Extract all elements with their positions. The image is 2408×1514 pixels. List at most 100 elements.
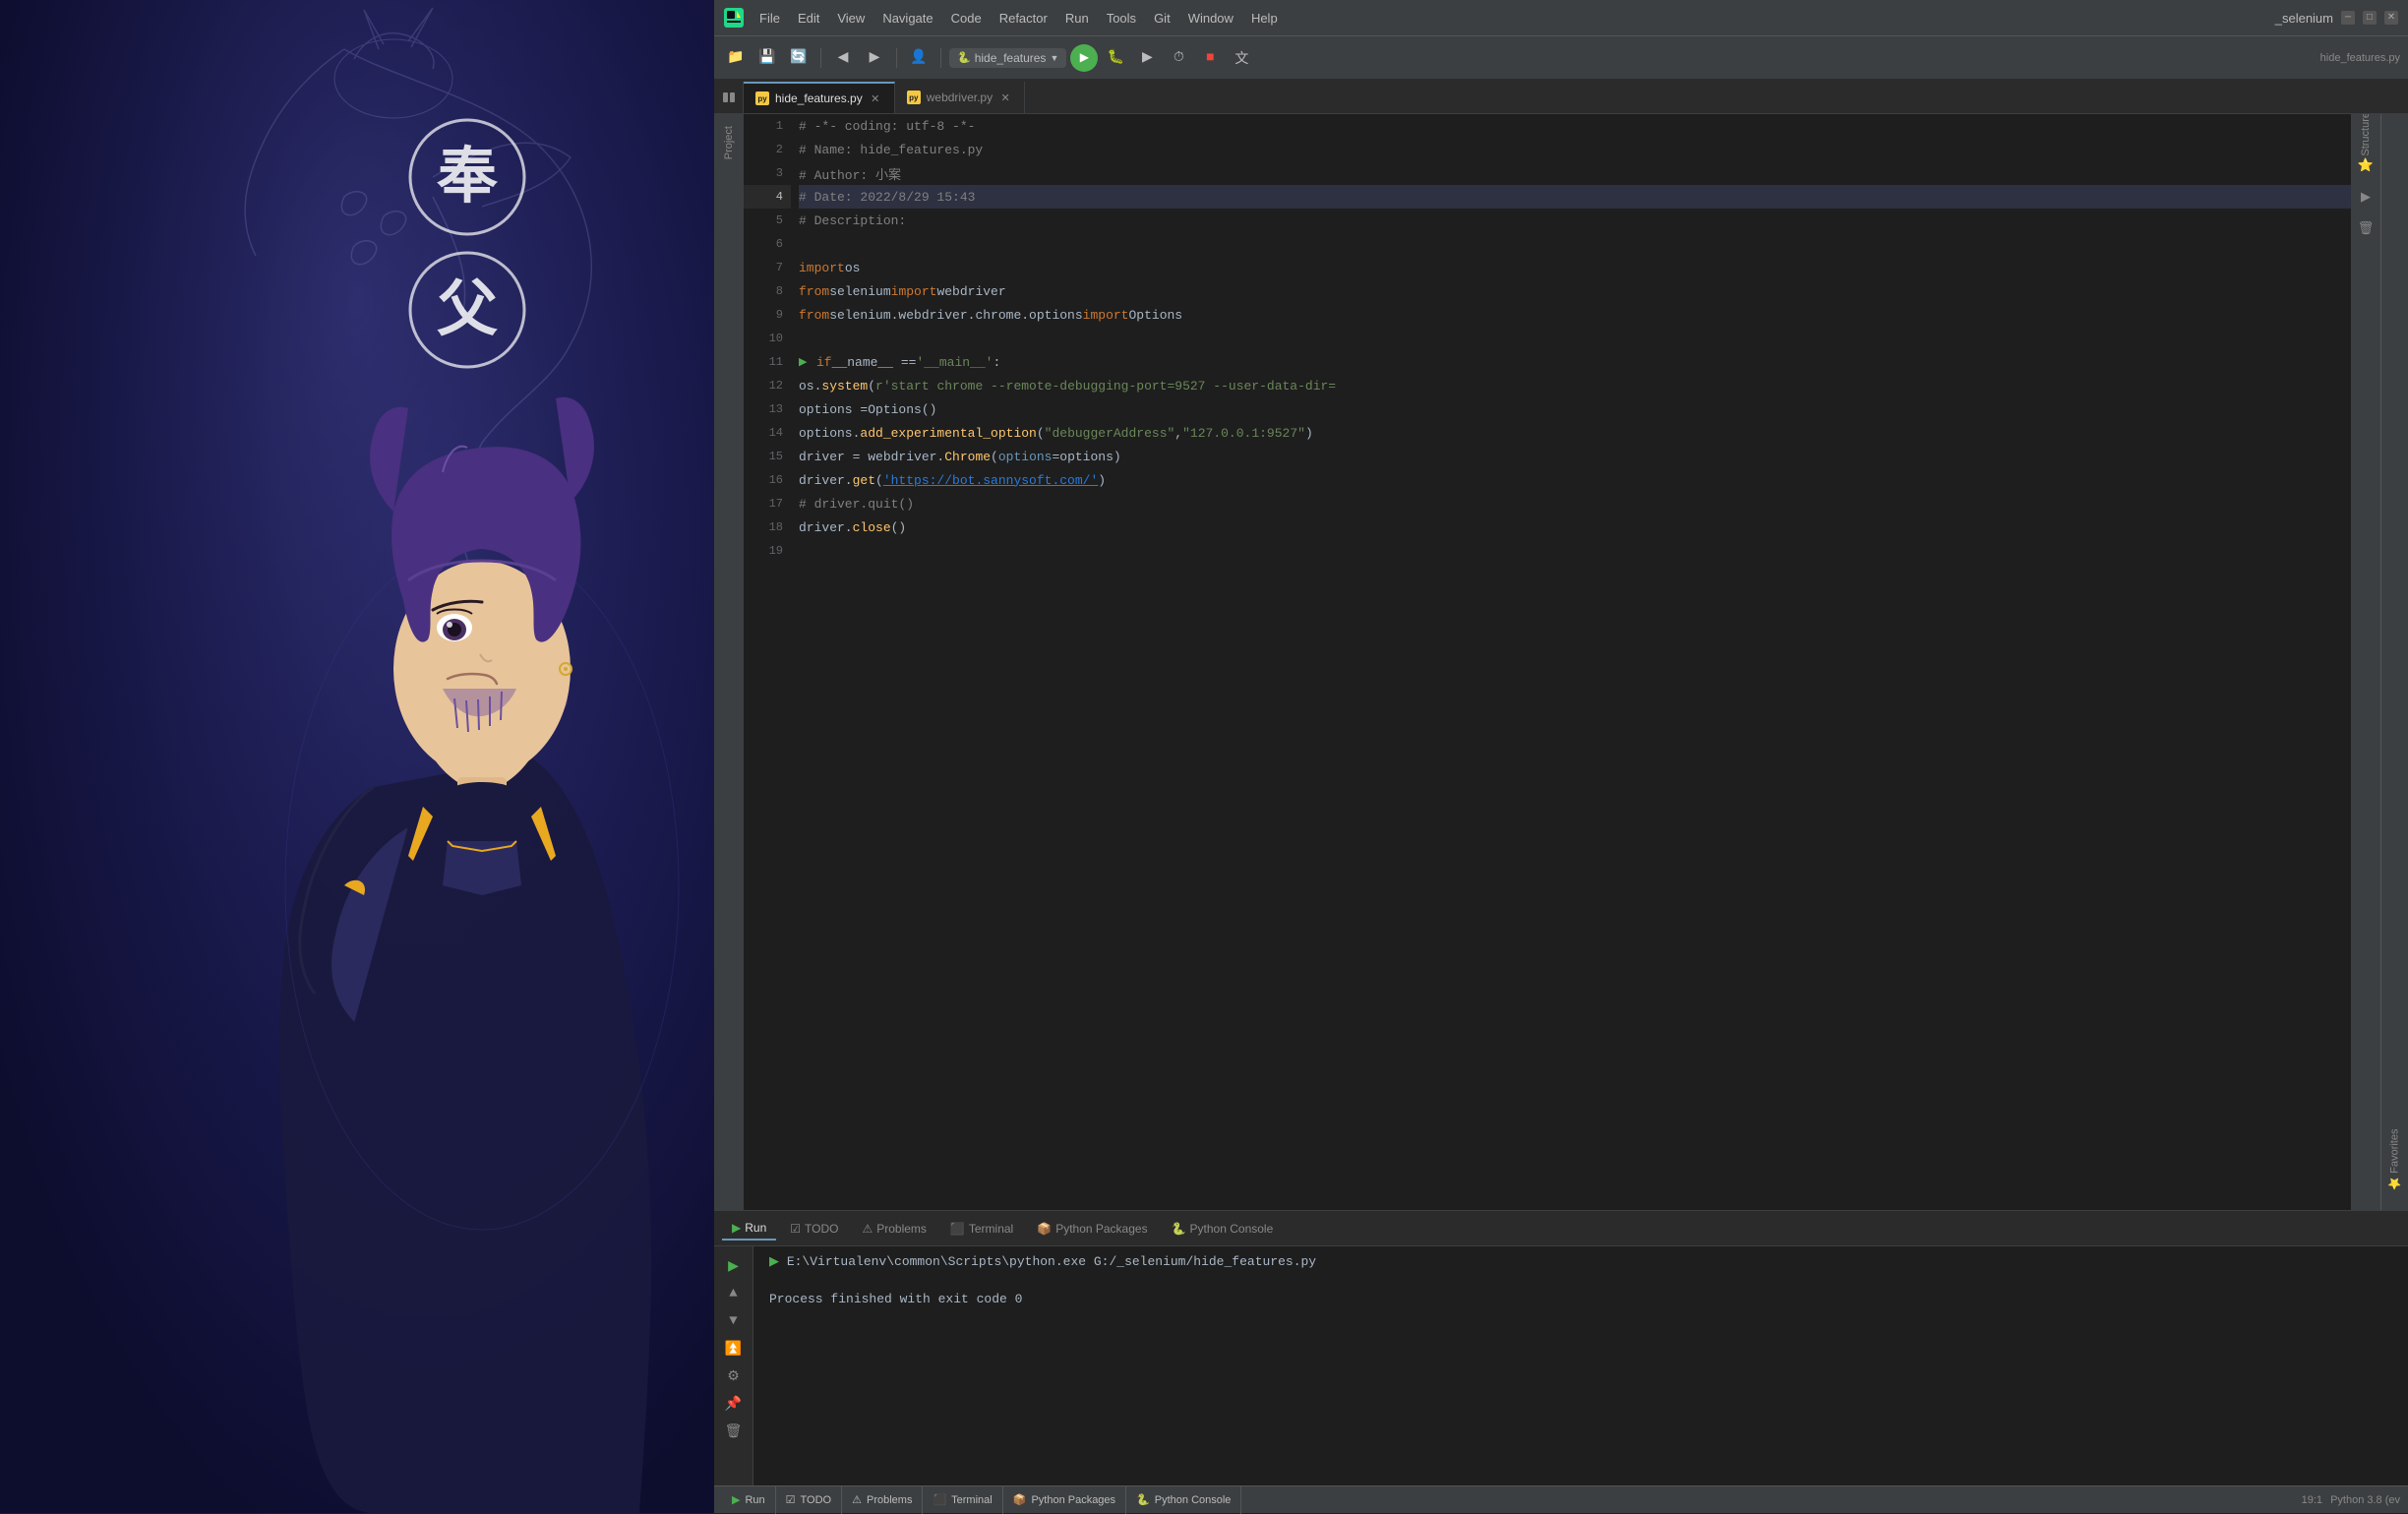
- run-play-button[interactable]: ▶: [722, 1254, 746, 1278]
- run-tab-todo[interactable]: ☑ TODO: [780, 1218, 848, 1240]
- status-terminal-btn[interactable]: ⬛ Terminal: [923, 1486, 1002, 1514]
- code-line-19[interactable]: [799, 539, 2351, 563]
- code-line-17[interactable]: # driver.quit(): [799, 492, 2351, 515]
- tab-bar: py hide_features.py ✕ py webdriver.py ✕: [714, 79, 2408, 114]
- right-tool-panel: Structure ⭐ ▶ 🗑: [2351, 114, 2380, 1210]
- code-line-1[interactable]: # -*- coding: utf-8 -*-: [799, 114, 2351, 138]
- project-toggle[interactable]: [714, 82, 744, 113]
- menu-view[interactable]: View: [829, 7, 873, 30]
- code-line-3[interactable]: # Author: 小案: [799, 161, 2351, 185]
- run-tool-icon[interactable]: ▶: [2354, 185, 2378, 209]
- svg-text:父: 父: [437, 276, 498, 348]
- favorites-label[interactable]: ⭐ Favorites: [2388, 1128, 2401, 1190]
- code-line-8[interactable]: from selenium import webdriver: [799, 279, 2351, 303]
- menu-window[interactable]: Window: [1180, 7, 1241, 30]
- status-run-btn[interactable]: ▶ Run: [722, 1486, 776, 1514]
- run-tab-run[interactable]: ▶ Run: [722, 1217, 776, 1241]
- debug-icon[interactable]: 🐛: [1102, 44, 1129, 72]
- save-icon[interactable]: 💾: [753, 44, 781, 72]
- python-file-icon: py: [755, 91, 769, 105]
- pycharm-icon: [724, 8, 744, 28]
- status-todo-btn[interactable]: ☑ TODO: [776, 1486, 842, 1514]
- code-line-18[interactable]: driver.close(): [799, 515, 2351, 539]
- run-filter-icon[interactable]: 🗑: [722, 1420, 746, 1443]
- menu-git[interactable]: Git: [1146, 7, 1178, 30]
- bookmark-icon[interactable]: ⭐: [2354, 153, 2378, 177]
- structure-label[interactable]: Structure: [2354, 122, 2378, 146]
- comment-text: # -*- coding: utf-8 -*-: [799, 119, 975, 134]
- code-line-11[interactable]: ▶if __name__ == '__main__':: [799, 350, 2351, 374]
- code-line-9[interactable]: from selenium.webdriver.chrome.options i…: [799, 303, 2351, 327]
- menu-code[interactable]: Code: [943, 7, 990, 30]
- run-tab-python-packages[interactable]: 📦 Python Packages: [1027, 1218, 1157, 1240]
- run-tab-python-console[interactable]: 🐍 Python Console: [1162, 1218, 1284, 1240]
- line-num-1: 1: [744, 114, 791, 138]
- code-line-6[interactable]: [799, 232, 2351, 256]
- line-num-3: 3: [744, 161, 791, 185]
- run-result-line: Process finished with exit code 0: [769, 1292, 2392, 1306]
- folder-icon[interactable]: 📁: [722, 44, 750, 72]
- code-editor[interactable]: # -*- coding: utf-8 -*- # Name: hide_feat…: [791, 114, 2351, 1210]
- run-tab-terminal[interactable]: ⬛ Terminal: [940, 1218, 1023, 1240]
- forward-icon[interactable]: ▶: [861, 44, 888, 72]
- code-line-12[interactable]: os.system(r'start chrome --remote-debugg…: [799, 374, 2351, 397]
- refresh-icon[interactable]: 🔄: [785, 44, 813, 72]
- tab-webdriver[interactable]: py webdriver.py ✕: [895, 82, 1025, 113]
- run-settings-icon[interactable]: ⚙: [722, 1364, 746, 1388]
- code-line-4[interactable]: # Date: 2022/8/29 15:43: [799, 185, 2351, 209]
- code-line-16[interactable]: driver.get('https://bot.sannysoft.com/'): [799, 468, 2351, 492]
- run-output-text: ▶ E:\Virtualenv\common\Scripts\python.ex…: [753, 1246, 2408, 1485]
- menu-edit[interactable]: Edit: [790, 7, 827, 30]
- run-tab-problems[interactable]: ⚠ Problems: [852, 1218, 935, 1240]
- project-label[interactable]: Project: [723, 114, 735, 171]
- status-bar-right: 19:1 Python 3.8 (ev: [2302, 1494, 2400, 1506]
- menu-refactor[interactable]: Refactor: [992, 7, 1055, 30]
- run-scroll-down[interactable]: ▼: [722, 1309, 746, 1333]
- menu-run[interactable]: Run: [1057, 7, 1097, 30]
- code-line-10[interactable]: [799, 327, 2351, 350]
- line-num-5: 5: [744, 209, 791, 232]
- breadcrumb-path: hide_features.py: [2320, 52, 2400, 64]
- tab-close-webdriver[interactable]: ✕: [998, 91, 1012, 104]
- run-stop-button[interactable]: ⏫: [722, 1337, 746, 1361]
- code-line-15[interactable]: driver = webdriver.Chrome(options=option…: [799, 445, 2351, 468]
- status-python-console-btn[interactable]: 🐍 Python Console: [1126, 1486, 1241, 1514]
- line-num-4: 4: [744, 185, 791, 209]
- delete-tool-icon[interactable]: 🗑: [2354, 216, 2378, 240]
- user-icon[interactable]: 👤: [905, 44, 933, 72]
- menu-tools[interactable]: Tools: [1099, 7, 1144, 30]
- tab-close-hide-features[interactable]: ✕: [869, 91, 882, 105]
- line-num-16: 16: [744, 468, 791, 492]
- code-line-14[interactable]: options.add_experimental_option("debugge…: [799, 421, 2351, 445]
- coverage-icon[interactable]: ▶: [1133, 44, 1161, 72]
- menu-help[interactable]: Help: [1243, 7, 1286, 30]
- code-line-5[interactable]: # Description:: [799, 209, 2351, 232]
- cursor-position: 19:1: [2302, 1494, 2322, 1506]
- menu-navigate[interactable]: Navigate: [874, 7, 940, 30]
- translate-icon[interactable]: 文: [1228, 44, 1255, 72]
- status-bar: ▶ Run ☑ TODO ⚠ Problems ⬛ Terminal 📦 Pyt…: [714, 1485, 2408, 1513]
- back-icon[interactable]: ◀: [829, 44, 857, 72]
- line-num-19: 19: [744, 539, 791, 563]
- python-file-icon-2: py: [907, 91, 921, 104]
- run-scroll-up[interactable]: ▲: [722, 1282, 746, 1305]
- maximize-button[interactable]: □: [2363, 11, 2377, 25]
- run-button[interactable]: ▶: [1070, 44, 1098, 72]
- run-config-selector[interactable]: 🐍 hide_features ▼: [949, 48, 1066, 68]
- line-num-13: 13: [744, 397, 791, 421]
- code-line-7[interactable]: import os: [799, 256, 2351, 279]
- code-line-13[interactable]: options = Options(): [799, 397, 2351, 421]
- status-problems-btn[interactable]: ⚠ Problems: [842, 1486, 923, 1514]
- tab-hide-features[interactable]: py hide_features.py ✕: [744, 82, 895, 113]
- line-num-2: 2: [744, 138, 791, 161]
- close-button[interactable]: ✕: [2384, 11, 2398, 25]
- run-pin-icon[interactable]: 📌: [722, 1392, 746, 1416]
- menu-file[interactable]: File: [752, 7, 788, 30]
- code-line-2[interactable]: # Name: hide_features.py: [799, 138, 2351, 161]
- minimize-button[interactable]: ─: [2341, 11, 2355, 25]
- status-python-packages-btn[interactable]: 📦 Python Packages: [1003, 1486, 1126, 1514]
- toolbar-separator-2: [896, 48, 897, 68]
- profile-icon[interactable]: ⏱: [1165, 44, 1192, 72]
- wallpaper-panel: 奉 父: [0, 0, 714, 1513]
- stop-icon[interactable]: ■: [1196, 44, 1224, 72]
